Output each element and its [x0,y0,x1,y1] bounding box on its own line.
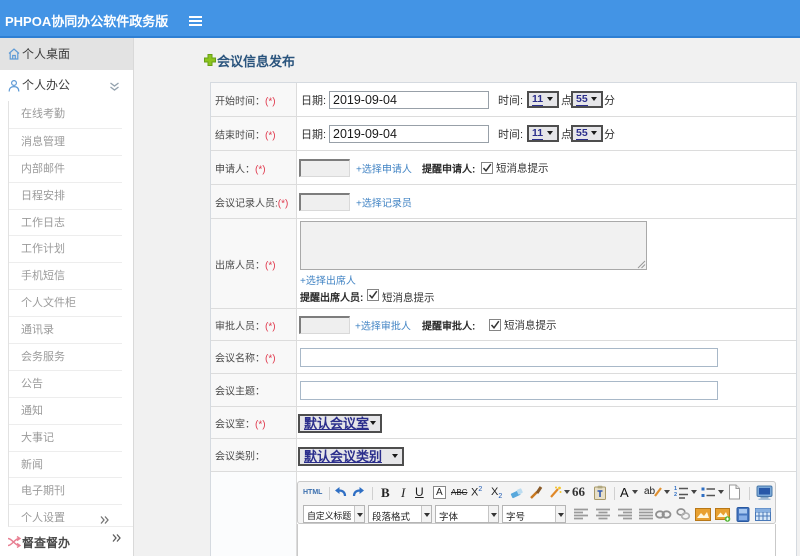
svg-text:2: 2 [674,492,677,498]
